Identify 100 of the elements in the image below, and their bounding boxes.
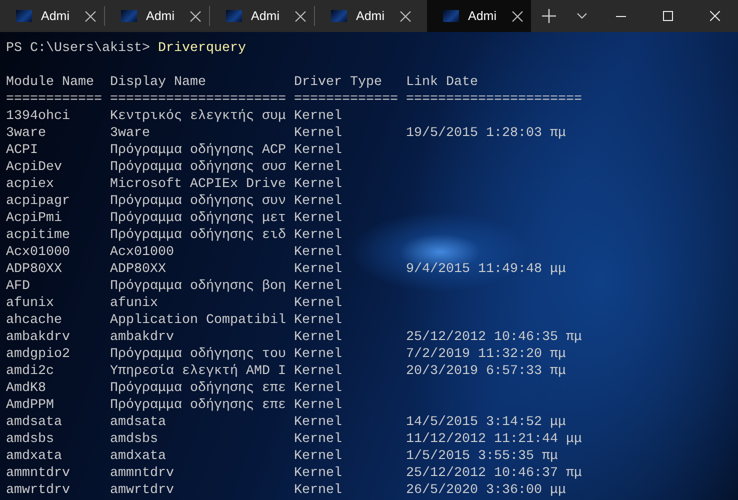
table-cell-text: amdsata	[110, 414, 167, 431]
table-cell-text: Acx01000	[6, 244, 71, 261]
table-cell-text: Application Compatibil	[110, 312, 287, 329]
chevron-down-icon	[576, 13, 587, 19]
close-icon[interactable]	[400, 10, 411, 22]
table-cell: 25/12/2012 10:46:37 πμ	[406, 465, 582, 482]
table-cell: 26/5/2020 3:36:00 μμ	[406, 482, 566, 499]
table-cell-text: amdsbs	[6, 431, 55, 448]
tab-title: Admi	[356, 9, 386, 23]
table-cell-text: amdxata	[6, 448, 63, 465]
plus-icon	[542, 9, 556, 23]
table-cell-text: Υπηρεσία ελεγκτή AMD I	[110, 363, 287, 380]
table-cell-text: Πρόγραμμα οδήγησης ειδ	[110, 227, 287, 244]
table-cell-text: Kernel	[294, 397, 343, 414]
table-cell-text: Acx01000	[110, 244, 175, 261]
table-cell-text: ambakdrv	[6, 329, 71, 346]
terminal-icon	[121, 10, 137, 22]
column-header: Display Name	[110, 74, 207, 91]
terminal-icon	[16, 10, 32, 22]
table-cell-text: Πρόγραμμα οδήγησης επε	[110, 397, 287, 414]
table-cell-text: afunix	[6, 295, 55, 312]
table-cell-text: amdxata	[110, 448, 167, 465]
table-cell-text: Πρόγραμμα οδήγησης βοη	[110, 278, 287, 295]
tab[interactable]: Admi	[0, 0, 104, 32]
table-cell-text: Kernel	[294, 329, 343, 346]
table-cell-text: Kernel	[294, 431, 343, 448]
table-cell-text: Πρόγραμμα οδήγησης μετ	[110, 210, 287, 227]
column-header: Driver Type	[294, 74, 383, 91]
table-cell-text: ADP80XX	[110, 261, 167, 278]
table-cell-text: amdsbs	[110, 431, 159, 448]
table-cell-text: Kernel	[294, 346, 343, 363]
table-cell-text: Kernel	[294, 227, 343, 244]
table-cell-text: acpipagr	[6, 193, 71, 210]
table-cell: 11/12/2012 11:21:44 μμ	[406, 431, 582, 448]
tab[interactable]: Admi	[315, 0, 419, 32]
table-cell-text: Kernel	[294, 244, 343, 261]
table-cell-text: ambakdrv	[110, 329, 175, 346]
table-cell-text: Kernel	[294, 448, 343, 465]
table-cell-text: AFD	[6, 278, 31, 295]
tab[interactable]: Admi	[105, 0, 209, 32]
table-cell-text: Πρόγραμμα οδήγησης ACP	[110, 142, 287, 159]
table-cell-text: ADP80XX	[6, 261, 63, 278]
table-cell-text: Kernel	[294, 176, 343, 193]
table-cell: 9/4/2015 11:49:48 μμ	[406, 261, 566, 278]
table-cell-text: amwrtdrv	[110, 482, 175, 499]
table-cell-text: Kernel	[294, 142, 343, 159]
table-cell: 19/5/2015 1:28:03 πμ	[406, 125, 566, 142]
terminal-icon	[331, 10, 347, 22]
close-icon[interactable]	[295, 10, 306, 22]
table-cell-text: AcpiPmi	[6, 210, 63, 227]
table-cell-text: amdi2c	[6, 363, 55, 380]
table-cell-text: Kernel	[294, 125, 343, 142]
table-cell-text: Kernel	[294, 482, 343, 499]
table-cell-text: Kernel	[294, 193, 343, 210]
close-icon[interactable]	[85, 10, 96, 22]
table-cell-text: ACPI	[6, 142, 39, 159]
table-cell-text: afunix	[110, 295, 159, 312]
table-cell-text: 3ware	[110, 125, 151, 142]
table-cell-text: Πρόγραμμα οδήγησης του	[110, 346, 287, 363]
tab-title: Admi	[468, 9, 498, 23]
table-cell: 7/2/2019 11:32:20 πμ	[406, 346, 566, 363]
header-separator: ======================	[110, 91, 287, 108]
table-cell-text: 1394ohci	[6, 108, 71, 125]
table-cell: 25/12/2012 10:46:35 πμ	[406, 329, 582, 346]
table-cell-text: Kernel	[294, 108, 343, 125]
table-cell-text: Kernel	[294, 278, 343, 295]
table-cell-text: Kernel	[294, 380, 343, 397]
maximize-icon	[662, 11, 673, 21]
table-cell-text: Kernel	[294, 363, 343, 380]
table-cell-text: Kernel	[294, 210, 343, 227]
table-cell-text: amdsata	[6, 414, 63, 431]
table-cell-text: Kernel	[294, 312, 343, 329]
table-cell-text: acpiex	[6, 176, 55, 193]
table-cell-text: AmdK8	[6, 380, 47, 397]
table-cell-text: Kernel	[294, 261, 343, 278]
tab-title: Admi	[251, 9, 280, 23]
table-cell-text: AcpiDev	[6, 159, 63, 176]
close-icon[interactable]	[190, 10, 201, 22]
table-cell-text: 3ware	[6, 125, 47, 142]
tab-title: Admi	[41, 9, 70, 23]
column-header: Link Date	[406, 74, 478, 91]
tab[interactable]: Admi	[427, 0, 531, 32]
table-cell: 1/5/2015 3:55:35 πμ	[406, 448, 558, 465]
table-cell-text: ammntdrv	[6, 465, 71, 482]
table-cell-text: Πρόγραμμα οδήγησης συν	[110, 193, 287, 210]
close-icon[interactable]	[512, 10, 523, 22]
table-cell: 20/3/2019 6:57:33 πμ	[406, 363, 566, 380]
table-cell-text: amdgpio2	[6, 346, 71, 363]
table-cell-text: ahcache	[6, 312, 63, 329]
tab[interactable]: Admi	[210, 0, 314, 32]
table-cell-text: Πρόγραμμα οδήγησης επε	[110, 380, 287, 397]
terminal-icon	[226, 10, 242, 22]
table-cell-text: Πρόγραμμα οδήγησης συσ	[110, 159, 287, 176]
table-cell-text: Kernel	[294, 159, 343, 176]
header-separator: ============	[6, 91, 103, 108]
table-cell-text: Microsoft ACPIEx Drive	[110, 176, 287, 193]
table-cell-text: Kernel	[294, 295, 343, 312]
prompt-text: PS C:\Users\akist>	[6, 41, 150, 56]
tab-title: Admi	[146, 9, 176, 23]
table-cell-text: ammntdrv	[110, 465, 175, 482]
